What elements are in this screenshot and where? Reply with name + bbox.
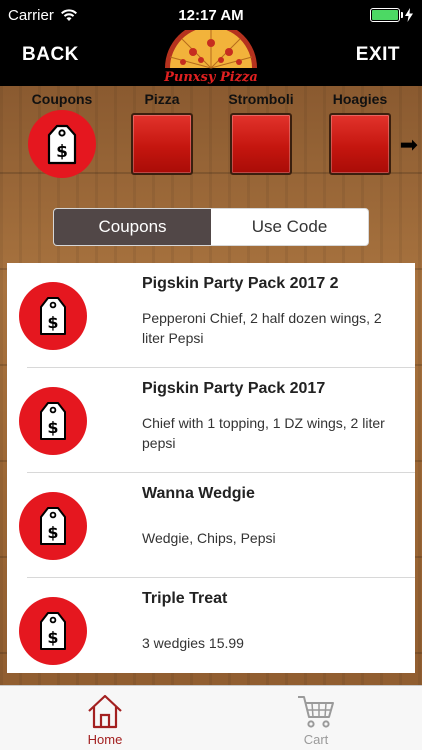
brand-logo-text: Punxsy Pizza bbox=[164, 70, 258, 85]
tab-home[interactable]: Home bbox=[50, 686, 160, 750]
category-bar: Coupons $ Pizza Stromboli Hoagies ➡ bbox=[0, 86, 422, 186]
coupon-title: Pigskin Party Pack 2017 bbox=[142, 380, 326, 397]
status-left: Carrier bbox=[8, 7, 78, 24]
wifi-icon bbox=[60, 9, 77, 21]
category-hoagies[interactable]: Hoagies bbox=[320, 86, 400, 175]
category-label: Stromboli bbox=[228, 91, 294, 107]
coupon-title: Pigskin Party Pack 2017 2 bbox=[142, 275, 339, 292]
price-tag-icon: $ bbox=[19, 387, 87, 455]
svg-text:$: $ bbox=[47, 418, 58, 437]
svg-text:$: $ bbox=[56, 142, 68, 162]
coupon-description: Chief with 1 topping, 1 DZ wings, 2 lite… bbox=[142, 415, 385, 451]
category-label: Pizza bbox=[144, 91, 180, 107]
coupon-description: Pepperoni Chief, 2 half dozen wings, 2 l… bbox=[142, 310, 382, 346]
svg-text:$: $ bbox=[47, 628, 58, 647]
segmented-control: Coupons Use Code bbox=[53, 208, 369, 246]
scroll-right-arrow-icon[interactable]: ➡ bbox=[400, 132, 418, 158]
coupon-title: Wanna Wedgie bbox=[142, 485, 255, 502]
carrier-label: Carrier bbox=[8, 6, 54, 24]
exit-button[interactable]: EXIT bbox=[356, 44, 400, 66]
coupon-list: $ Pigskin Party Pack 2017 2 Pepperoni Ch… bbox=[7, 263, 415, 673]
tab-cart[interactable]: Cart bbox=[261, 686, 371, 750]
pizza-logo-icon bbox=[165, 22, 257, 69]
app-header: BACK Punxsy Pizza EXIT bbox=[0, 22, 422, 86]
category-label: Coupons bbox=[31, 91, 93, 107]
price-tag-icon: $ bbox=[19, 597, 87, 665]
segment-use-code[interactable]: Use Code bbox=[211, 209, 368, 245]
category-tile bbox=[131, 113, 193, 175]
category-stromboli[interactable]: Stromboli bbox=[221, 86, 301, 175]
svg-text:$: $ bbox=[47, 523, 58, 542]
tab-cart-label: Cart bbox=[303, 732, 329, 747]
cart-icon bbox=[298, 696, 334, 728]
coupon-description: Wedgie, Chips, Pepsi bbox=[142, 530, 276, 546]
battery-icon bbox=[370, 8, 403, 22]
coupon-row[interactable]: $ Triple Treat 3 wedgies 15.99 bbox=[7, 578, 415, 673]
status-right bbox=[370, 8, 414, 22]
price-tag-icon: $ bbox=[19, 282, 87, 350]
tab-bar: Home Cart bbox=[0, 685, 422, 750]
status-bar: Carrier 12:17 AM bbox=[0, 0, 422, 30]
svg-text:$: $ bbox=[47, 313, 58, 332]
coupon-row[interactable]: $ Wanna Wedgie Wedgie, Chips, Pepsi bbox=[7, 473, 415, 578]
coupon-row[interactable]: $ Pigskin Party Pack 2017 2 Pepperoni Ch… bbox=[7, 263, 415, 368]
price-tag-icon: $ bbox=[28, 110, 96, 178]
coupon-title: Triple Treat bbox=[142, 590, 228, 607]
category-tile bbox=[230, 113, 292, 175]
category-tile bbox=[329, 113, 391, 175]
tab-home-label: Home bbox=[87, 732, 123, 747]
content-area: Coupons $ Pizza Stromboli Hoagies ➡ Coup… bbox=[0, 86, 422, 750]
back-button[interactable]: BACK bbox=[22, 44, 79, 66]
charging-bolt-icon bbox=[405, 8, 413, 22]
brand-logo: Punxsy Pizza bbox=[161, 22, 261, 86]
category-pizza[interactable]: Pizza bbox=[122, 86, 202, 175]
category-coupons[interactable]: Coupons $ bbox=[22, 86, 102, 178]
home-icon bbox=[88, 694, 122, 729]
price-tag-icon: $ bbox=[19, 492, 87, 560]
segment-coupons[interactable]: Coupons bbox=[54, 209, 211, 245]
coupon-row[interactable]: $ Pigskin Party Pack 2017 Chief with 1 t… bbox=[7, 368, 415, 473]
coupon-description: 3 wedgies 15.99 bbox=[142, 635, 244, 651]
category-label: Hoagies bbox=[332, 91, 388, 107]
